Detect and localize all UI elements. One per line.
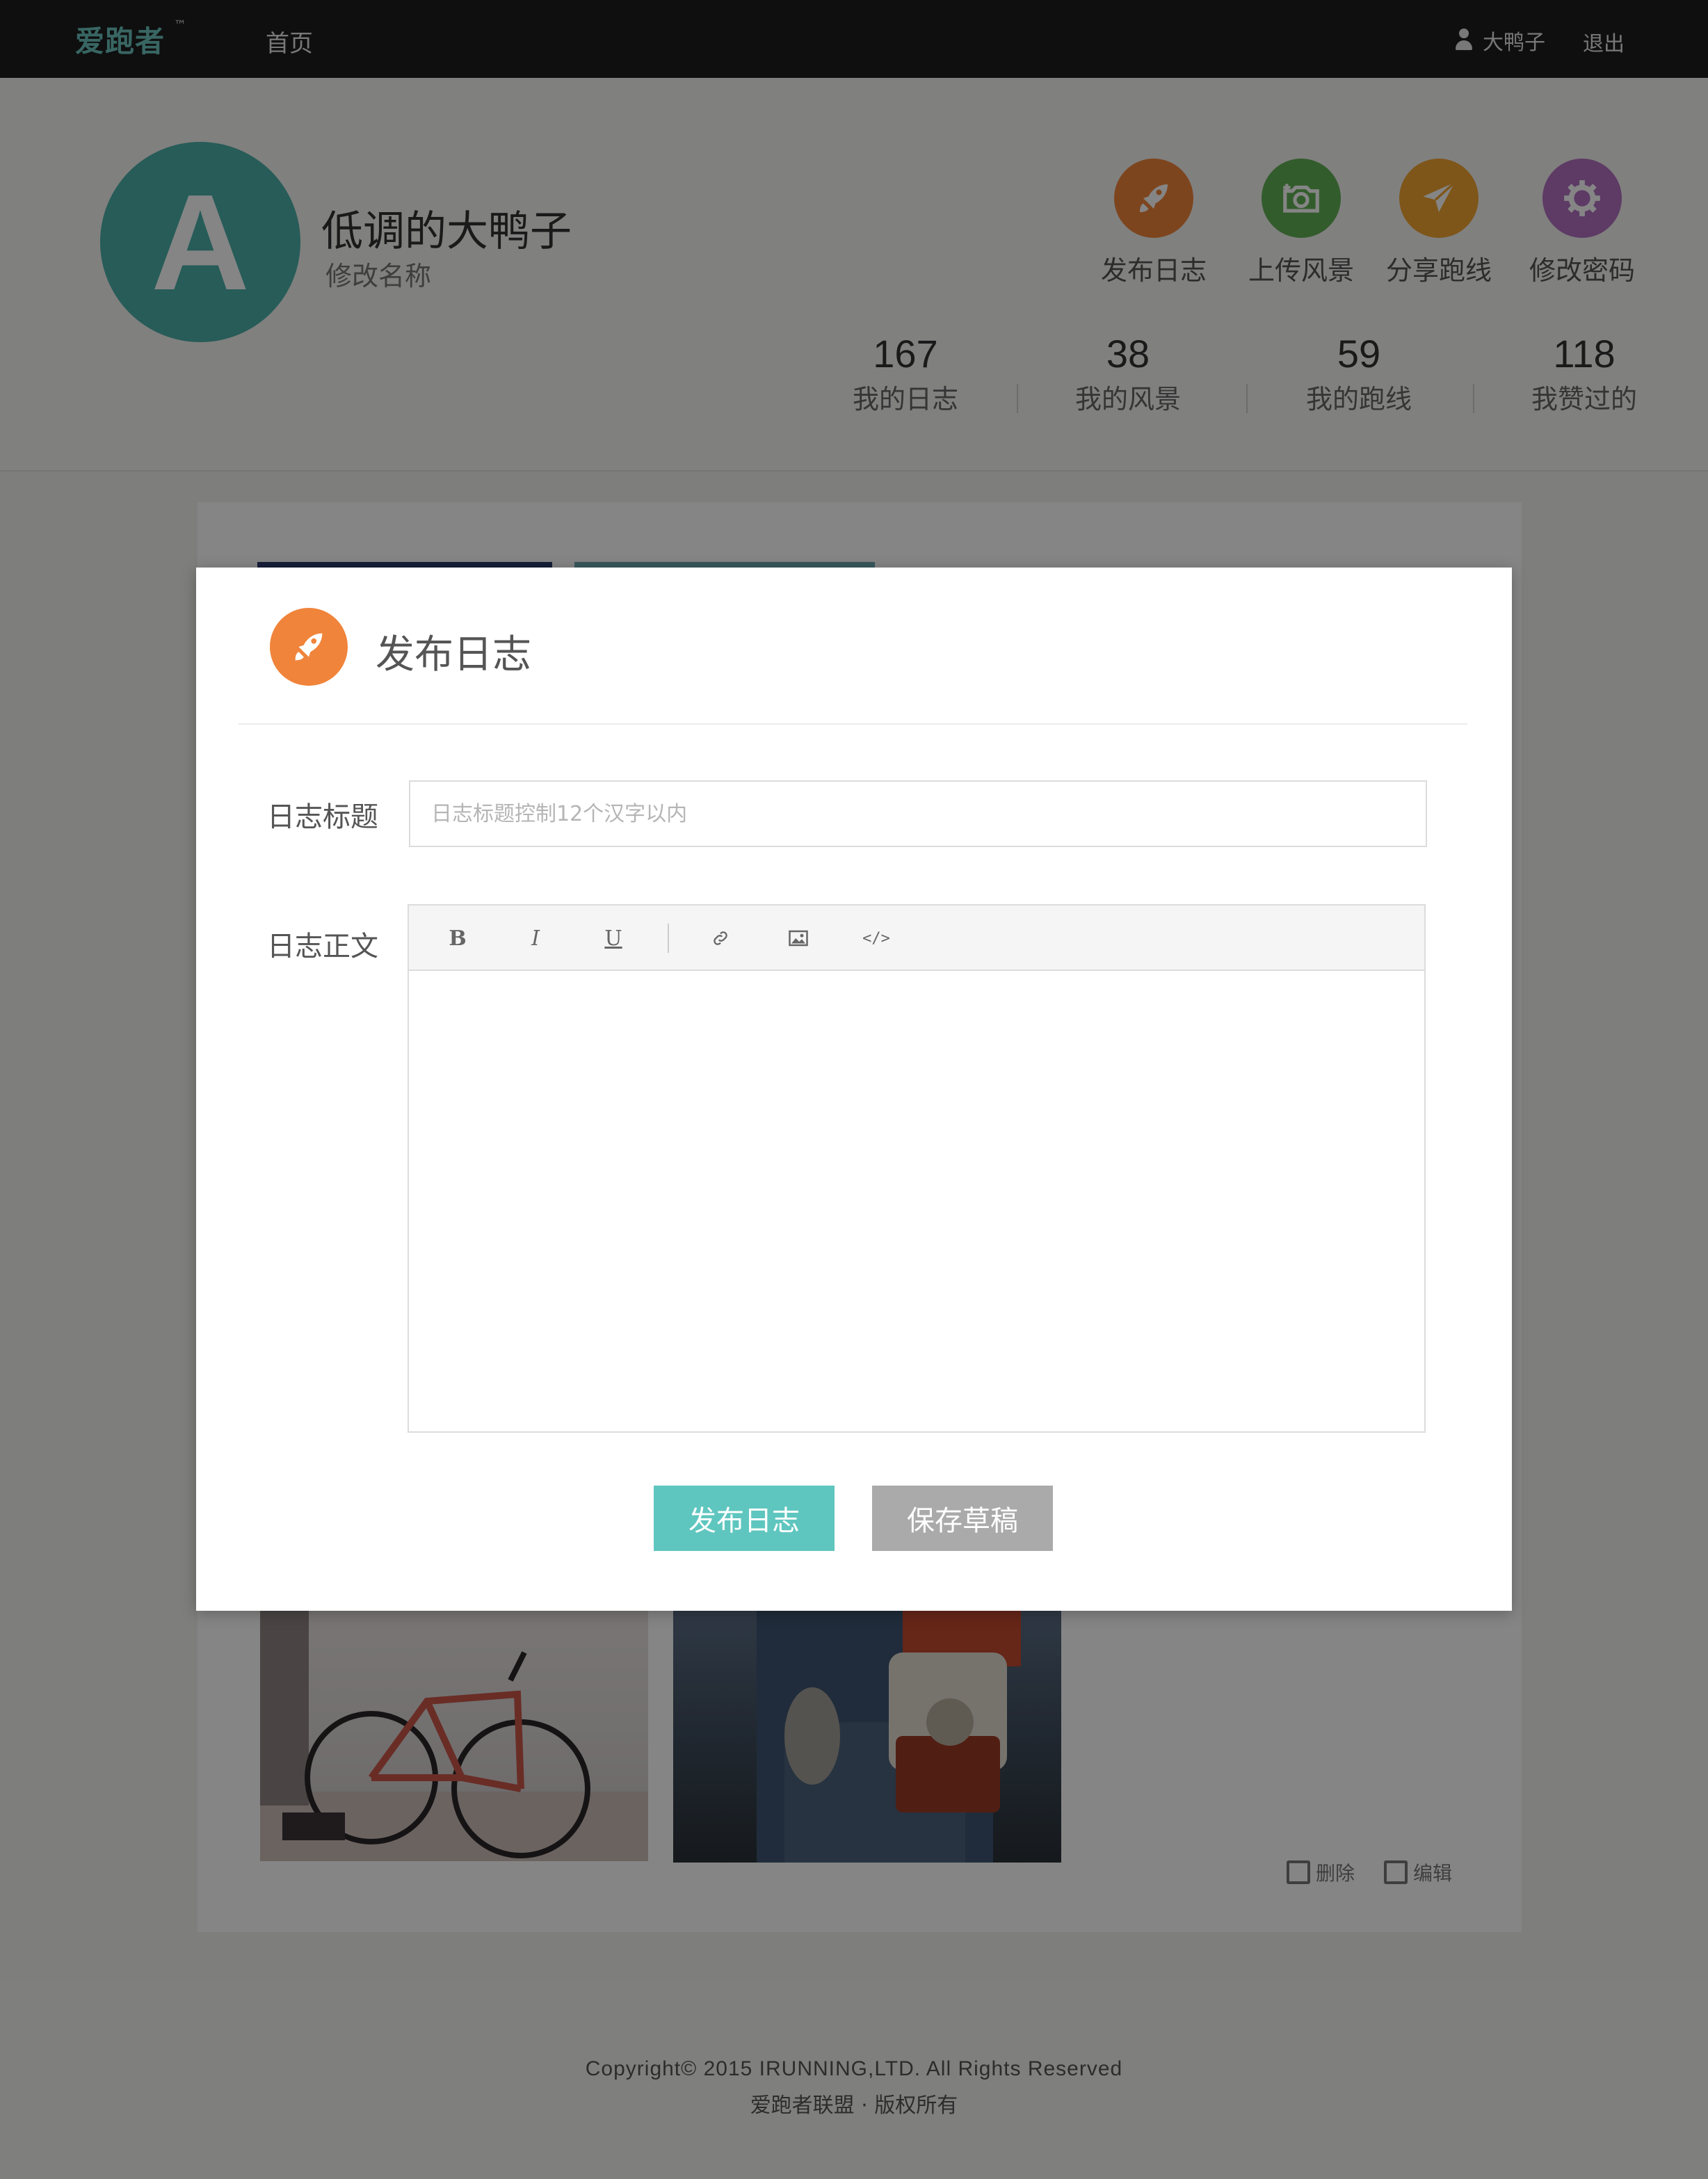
- bold-button[interactable]: B: [441, 922, 474, 954]
- link-icon[interactable]: [704, 922, 737, 954]
- underline-button[interactable]: U: [597, 922, 630, 954]
- save-draft-button[interactable]: 保存草稿: [872, 1486, 1053, 1551]
- publish-log-modal: 发布日志 日志标题 日志正文 B I U </> 发布日志 保存草稿: [196, 568, 1512, 1611]
- rocket-icon: [270, 608, 348, 686]
- italic-button[interactable]: I: [519, 922, 552, 954]
- modal-divider: [238, 723, 1467, 725]
- log-body-editor[interactable]: [409, 971, 1424, 1431]
- publish-button[interactable]: 发布日志: [654, 1486, 835, 1551]
- modal-title: 发布日志: [376, 632, 531, 677]
- title-field-label: 日志标题: [267, 801, 378, 833]
- log-title-input[interactable]: [409, 780, 1427, 847]
- toolbar-separator: [668, 924, 669, 953]
- code-icon[interactable]: </>: [860, 922, 893, 954]
- rich-text-editor: B I U </>: [408, 904, 1426, 1433]
- body-field-label: 日志正文: [267, 931, 378, 963]
- editor-toolbar: B I U </>: [409, 906, 1424, 971]
- image-icon[interactable]: [782, 922, 815, 954]
